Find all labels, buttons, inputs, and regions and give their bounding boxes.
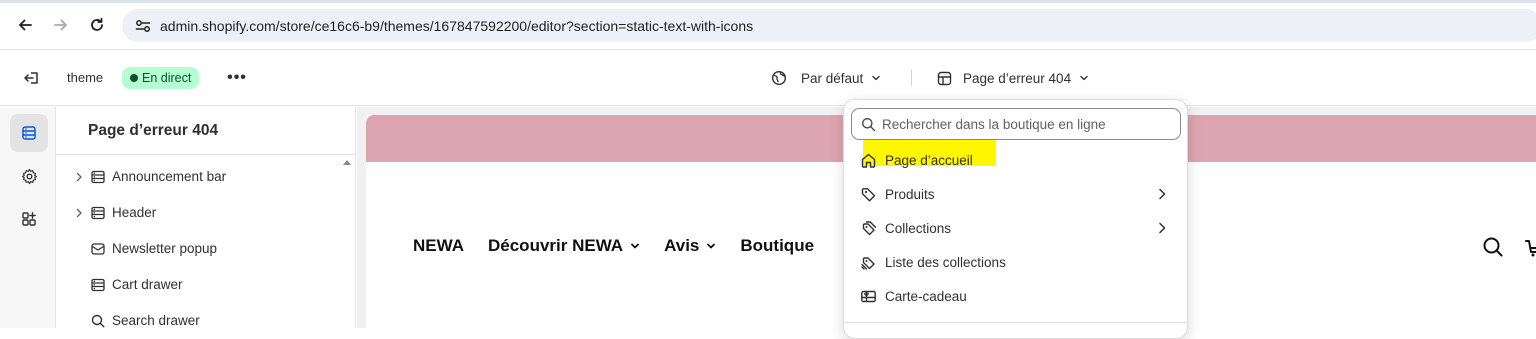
page-option-collection-list[interactable]: Liste des collections bbox=[844, 245, 1187, 279]
status-badge-label: En direct bbox=[142, 71, 192, 85]
layout-icon bbox=[937, 71, 952, 85]
theme-selector-label: Par défaut bbox=[801, 70, 864, 86]
nav-link-label: Découvrir NEWA bbox=[488, 236, 624, 255]
panel-title: Page d’erreur 404 bbox=[88, 122, 219, 139]
divider bbox=[911, 70, 912, 86]
section-item-label: Header bbox=[112, 205, 157, 220]
search-icon bbox=[862, 118, 876, 132]
page-option-label: Produits bbox=[885, 187, 935, 202]
page-option-label: Carte-cadeau bbox=[885, 289, 967, 304]
store-navigation: NEWA Découvrir NEWA Avis Boutique bbox=[413, 236, 838, 256]
section-item-label: Search drawer bbox=[112, 313, 200, 328]
chevron-down-icon bbox=[631, 243, 639, 249]
section-icon bbox=[91, 278, 105, 292]
sections-panel: Page d’erreur 404 Announcement bar Heade… bbox=[56, 107, 356, 328]
exit-icon bbox=[24, 72, 38, 84]
apps-tab[interactable] bbox=[10, 200, 48, 238]
chevron-right-icon[interactable] bbox=[74, 171, 84, 183]
arrow-left-icon bbox=[19, 19, 32, 31]
divider bbox=[56, 154, 356, 155]
cart-icon[interactable] bbox=[1524, 236, 1536, 258]
page-selector-dropdown: Page d’accueil Produits Collections List… bbox=[843, 99, 1188, 339]
chevron-right-icon[interactable] bbox=[74, 207, 84, 219]
section-item-search-drawer[interactable]: Search drawer bbox=[56, 306, 344, 336]
store-search-input[interactable] bbox=[882, 109, 1172, 139]
status-badge: En direct bbox=[122, 67, 200, 89]
arrow-right-icon bbox=[54, 19, 67, 31]
sections-icon bbox=[22, 126, 36, 140]
page-selector[interactable]: Page d’erreur 404 bbox=[937, 66, 1089, 90]
section-item-cart-drawer[interactable]: Cart drawer bbox=[56, 270, 344, 300]
nav-link-newa[interactable]: NEWA bbox=[413, 236, 464, 256]
section-item-label: Cart drawer bbox=[112, 277, 183, 292]
home-icon bbox=[861, 153, 876, 168]
store-search-field[interactable] bbox=[851, 108, 1181, 140]
page-selector-label: Page d’erreur 404 bbox=[963, 70, 1072, 86]
page-option-gift-card[interactable]: Carte-cadeau bbox=[844, 279, 1187, 313]
divider bbox=[844, 322, 1187, 323]
page-option-label: Liste des collections bbox=[885, 255, 1006, 270]
section-icon bbox=[91, 170, 105, 184]
back-button[interactable] bbox=[14, 14, 36, 36]
page-option-home[interactable]: Page d’accueil bbox=[844, 143, 1187, 177]
collection-list-icon bbox=[861, 257, 875, 270]
gear-icon bbox=[21, 168, 37, 184]
nav-link-avis[interactable]: Avis bbox=[664, 236, 716, 256]
theme-settings-tab[interactable] bbox=[10, 157, 48, 195]
nav-link-label: Avis bbox=[664, 236, 700, 255]
section-item-newsletter-popup[interactable]: Newsletter popup bbox=[56, 234, 344, 264]
section-icon bbox=[91, 206, 105, 220]
section-item-header[interactable]: Header bbox=[56, 198, 344, 228]
tag-icon bbox=[861, 188, 876, 202]
ellipsis-icon: ••• bbox=[227, 69, 247, 86]
address-bar[interactable]: admin.shopify.com/store/ce16c6-b9/themes… bbox=[122, 9, 1536, 42]
nav-link-boutique[interactable]: Boutique bbox=[740, 236, 814, 256]
reload-button[interactable] bbox=[86, 14, 108, 36]
chevron-down-icon bbox=[872, 75, 880, 81]
live-dot-icon bbox=[130, 74, 138, 82]
gift-card-icon bbox=[861, 290, 876, 303]
nav-link-decouvrir-newa[interactable]: Découvrir NEWA bbox=[488, 236, 640, 256]
page-option-label: Collections bbox=[885, 221, 952, 236]
collection-icon bbox=[862, 221, 877, 236]
more-actions-button[interactable]: ••• bbox=[226, 67, 248, 89]
chevron-down-icon bbox=[1080, 75, 1088, 81]
nav-link-label: NEWA bbox=[413, 236, 464, 255]
section-item-announcement-bar[interactable]: Announcement bar bbox=[56, 162, 344, 192]
page-option-collections[interactable]: Collections bbox=[844, 211, 1187, 245]
search-icon[interactable] bbox=[1482, 236, 1504, 258]
email-icon bbox=[91, 243, 105, 255]
theme-name: theme bbox=[67, 70, 104, 85]
browser-toolbar: admin.shopify.com/store/ce16c6-b9/themes… bbox=[0, 0, 1536, 50]
exit-editor-button[interactable] bbox=[20, 67, 42, 89]
section-item-label: Announcement bar bbox=[112, 169, 227, 184]
editor-topbar: theme En direct ••• Par défaut Page d’er… bbox=[0, 50, 1536, 106]
chevron-right-icon bbox=[1159, 222, 1166, 234]
theme-settings-selector[interactable]: Par défaut bbox=[771, 66, 881, 90]
page-option-products[interactable]: Produits bbox=[844, 177, 1187, 211]
chevron-down-icon bbox=[707, 243, 716, 249]
apps-icon bbox=[22, 212, 36, 226]
site-settings-icon[interactable] bbox=[134, 17, 152, 35]
section-item-label: Newsletter popup bbox=[112, 241, 218, 256]
editor-rail bbox=[0, 107, 56, 328]
globe-icon bbox=[771, 70, 787, 86]
scroll-up-icon[interactable] bbox=[343, 160, 351, 165]
sections-tab[interactable] bbox=[10, 114, 48, 152]
page-option-label: Page d’accueil bbox=[885, 153, 973, 168]
chevron-right-icon bbox=[1159, 188, 1166, 200]
forward-button[interactable] bbox=[50, 14, 72, 36]
reload-icon bbox=[91, 17, 103, 31]
nav-link-label: Boutique bbox=[740, 236, 815, 255]
search-icon bbox=[91, 314, 105, 328]
url-text: admin.shopify.com/store/ce16c6-b9/themes… bbox=[160, 18, 754, 34]
